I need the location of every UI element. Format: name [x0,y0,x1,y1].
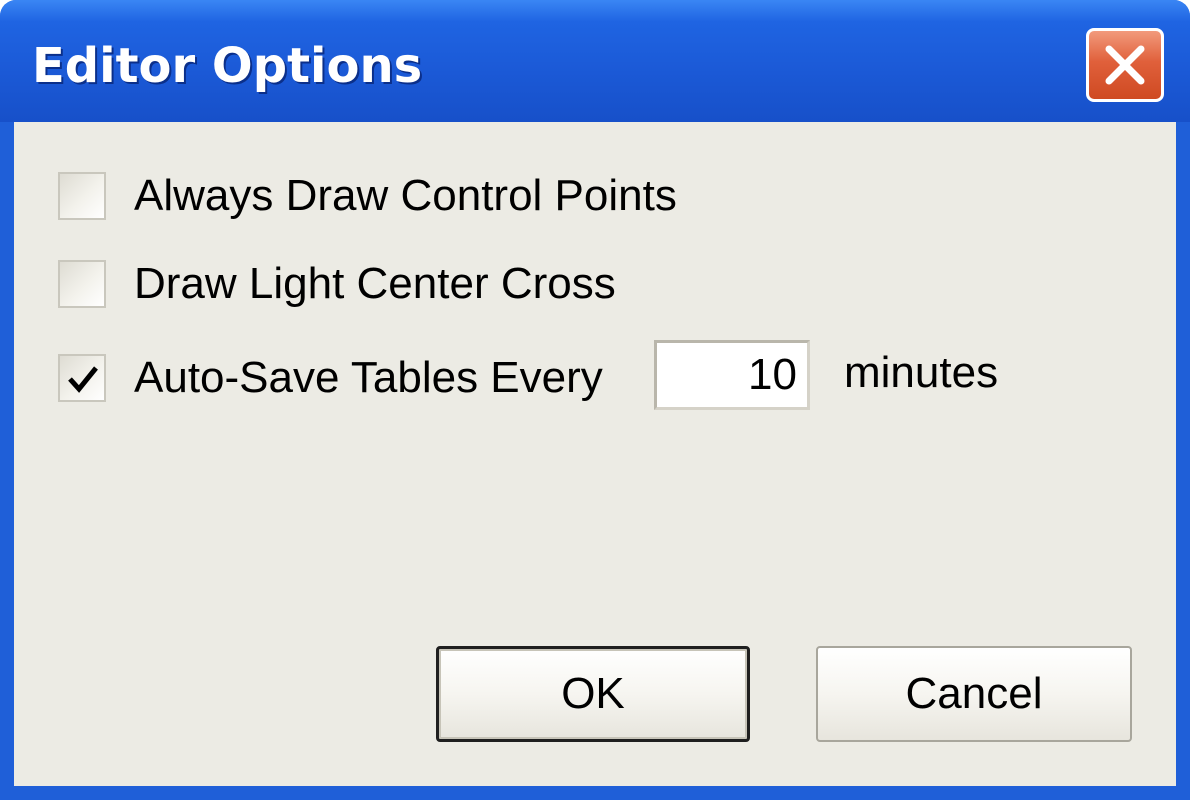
always-draw-control-points-label: Always Draw Control Points [134,171,677,220]
always-draw-control-points-option[interactable]: Always Draw Control Points [58,166,677,226]
editor-options-dialog: Editor Options Always Draw Control Point… [0,0,1190,800]
draw-light-center-cross-label: Draw Light Center Cross [134,259,616,308]
always-draw-control-points-checkbox[interactable] [58,172,106,220]
minutes-unit-label: minutes [844,348,999,397]
title-bar[interactable]: Editor Options [0,0,1190,122]
close-button[interactable] [1086,28,1164,102]
autosave-minutes-input[interactable] [654,340,810,410]
close-icon [1105,45,1145,85]
auto-save-tables-option[interactable]: Auto-Save Tables Every [58,348,603,408]
dialog-title: Editor Options [32,38,423,94]
draw-light-center-cross-option[interactable]: Draw Light Center Cross [58,254,616,314]
ok-button[interactable]: OK [436,646,750,742]
draw-light-center-cross-checkbox[interactable] [58,260,106,308]
auto-save-tables-checkbox[interactable] [58,354,106,402]
cancel-button[interactable]: Cancel [816,646,1132,742]
auto-save-tables-label: Auto-Save Tables Every [134,353,603,402]
checkmark-icon [68,366,98,393]
dialog-body: Always Draw Control Points Draw Light Ce… [14,122,1176,786]
